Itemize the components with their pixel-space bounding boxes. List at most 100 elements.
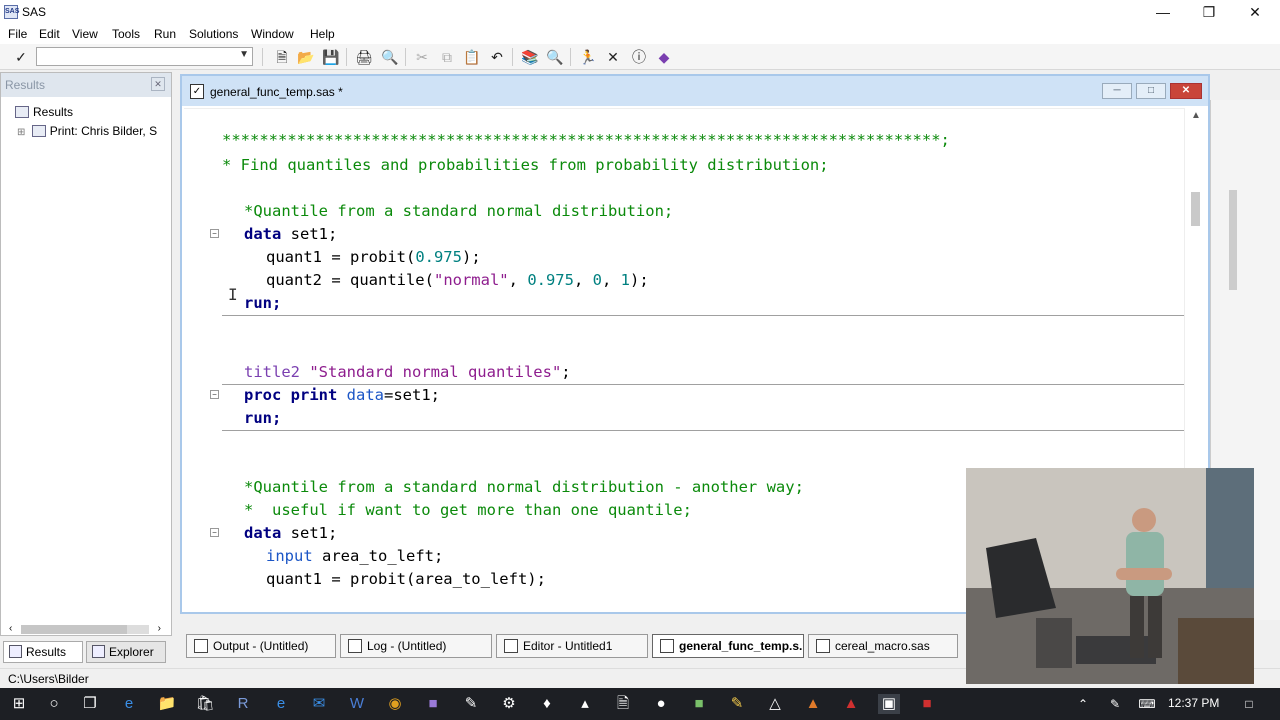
scroll-left-icon[interactable]: ‹ bbox=[9, 623, 12, 634]
keyboard-icon[interactable]: ⌨ bbox=[1136, 694, 1158, 714]
title-bar: SAS SAS — ❐ ✕ bbox=[0, 0, 1280, 24]
sas-taskbar-icon[interactable]: ▣ bbox=[878, 694, 900, 714]
tab-output[interactable]: Output - (Untitled) bbox=[186, 634, 336, 658]
video-frame bbox=[966, 468, 1254, 684]
chevron-up-icon[interactable]: ⌃ bbox=[1072, 694, 1094, 714]
results-hscrollbar[interactable]: ‹ › bbox=[9, 623, 165, 635]
copy-icon[interactable]: ⧉ bbox=[438, 48, 456, 66]
app-icon[interactable]: ■ bbox=[688, 694, 710, 714]
menu-window[interactable]: Window bbox=[251, 27, 294, 41]
menu-help[interactable]: Help bbox=[310, 27, 335, 41]
code-line: *Quantile from a standard normal distrib… bbox=[244, 202, 674, 220]
menu-file[interactable]: File bbox=[8, 27, 27, 41]
close-icon[interactable]: ✕ bbox=[151, 77, 165, 91]
tree-item-print[interactable]: ⊞ Print: Chris Bilder, S bbox=[17, 124, 157, 138]
save-icon[interactable]: 💾 bbox=[322, 48, 340, 66]
app-icon[interactable]: ■ bbox=[916, 694, 938, 714]
results-header-title: Results bbox=[5, 78, 46, 92]
maps-icon[interactable]: ● bbox=[650, 694, 672, 714]
toolbar: ✓ ▼ 🗎 📂 💾 🖨 🔍 ✂ ⧉ 📋 ↶ 📚 🔍 🏃 ✕ ⓘ ◆ bbox=[0, 44, 1280, 70]
tab-log[interactable]: Log - (Untitled) bbox=[340, 634, 492, 658]
app-icon[interactable]: ■ bbox=[422, 694, 444, 714]
pen-tray-icon[interactable]: ✎ bbox=[1104, 694, 1126, 714]
results-folder-icon bbox=[15, 106, 29, 118]
tab-explorer[interactable]: Explorer bbox=[86, 641, 166, 663]
code-line: run; bbox=[244, 294, 282, 312]
code-line: * useful if want to get more than one qu… bbox=[244, 501, 692, 519]
menu-run[interactable]: Run bbox=[154, 27, 176, 41]
clear-icon[interactable]: ✕ bbox=[604, 48, 622, 66]
app-icon[interactable]: △ bbox=[764, 694, 786, 714]
print-preview-icon[interactable]: 🔍 bbox=[381, 48, 399, 66]
break-icon[interactable]: ⓘ bbox=[630, 48, 648, 66]
app-icon[interactable]: ♦ bbox=[536, 694, 558, 714]
close-button[interactable]: ✕ bbox=[1232, 0, 1278, 24]
print-output-icon bbox=[31, 125, 46, 137]
scroll-up-icon[interactable]: ▲ bbox=[1191, 110, 1201, 121]
tree-item-results[interactable]: Results bbox=[15, 105, 73, 119]
menu-view[interactable]: View bbox=[72, 27, 98, 41]
ie-icon[interactable]: e bbox=[270, 694, 292, 714]
tab-general-func[interactable]: general_func_temp.s... bbox=[652, 634, 804, 658]
code-line: *Quantile from a standard normal distrib… bbox=[244, 478, 804, 496]
menu-solutions[interactable]: Solutions bbox=[189, 27, 238, 41]
paint-icon[interactable]: ✎ bbox=[460, 694, 482, 714]
current-directory: C:\Users\Bilder bbox=[8, 672, 89, 686]
chrome-icon[interactable]: ◉ bbox=[384, 694, 406, 714]
edge-icon[interactable]: e bbox=[118, 694, 140, 714]
scroll-thumb[interactable] bbox=[21, 625, 127, 634]
acrobat-icon[interactable]: ▲ bbox=[840, 694, 862, 714]
open-icon[interactable]: 📂 bbox=[297, 48, 315, 66]
expand-icon[interactable]: ⊞ bbox=[17, 127, 25, 138]
code-line: input area_to_left; bbox=[266, 547, 444, 565]
fold-icon[interactable]: − bbox=[210, 528, 219, 537]
tab-editor-untitled[interactable]: Editor - Untitled1 bbox=[496, 634, 648, 658]
app-icon[interactable]: ▴ bbox=[574, 694, 596, 714]
store-icon[interactable]: 🛍 bbox=[194, 694, 216, 714]
editor-close-button[interactable]: ✕ bbox=[1170, 83, 1202, 99]
print-icon[interactable]: 🖨 bbox=[355, 48, 373, 66]
command-box[interactable]: ▼ bbox=[36, 47, 253, 66]
results-header: Results ✕ bbox=[1, 73, 171, 97]
scroll-right-icon[interactable]: › bbox=[158, 623, 161, 634]
menu-bar: File Edit View Tools Run Solutions Windo… bbox=[0, 24, 1280, 44]
task-view-icon[interactable]: ❐ bbox=[79, 694, 101, 714]
scroll-thumb[interactable] bbox=[1191, 192, 1200, 226]
restore-button[interactable]: ❐ bbox=[1186, 0, 1232, 24]
chevron-down-icon[interactable]: ▼ bbox=[239, 49, 249, 60]
minimize-button[interactable]: — bbox=[1140, 0, 1186, 24]
program-file-icon: ✓ bbox=[190, 84, 204, 99]
check-icon[interactable]: ✓ bbox=[12, 48, 30, 66]
explorer-icon[interactable]: 🔍 bbox=[546, 48, 564, 66]
help-icon[interactable]: ◆ bbox=[655, 48, 673, 66]
fold-icon[interactable]: − bbox=[210, 229, 219, 238]
taskbar-clock: 12:37 PM bbox=[1168, 696, 1220, 710]
new-icon[interactable]: 🗎 bbox=[273, 48, 291, 66]
notifications-icon[interactable]: □ bbox=[1238, 694, 1260, 714]
tab-cereal-macro[interactable]: cereal_macro.sas bbox=[808, 634, 958, 658]
file-explorer-icon[interactable]: 📁 bbox=[156, 694, 178, 714]
fold-icon[interactable]: − bbox=[210, 390, 219, 399]
code-line: run; bbox=[244, 409, 282, 427]
library-icon[interactable]: 📚 bbox=[521, 48, 539, 66]
cortana-icon[interactable]: ○ bbox=[43, 694, 65, 714]
code-line: quant1 = probit(0.975); bbox=[266, 248, 481, 266]
notepad-icon[interactable]: 🗎 bbox=[612, 694, 634, 714]
editor-title-bar: ✓ general_func_temp.sas * ─ □ ✕ bbox=[182, 76, 1208, 106]
app-icon[interactable]: ⚙ bbox=[498, 694, 520, 714]
run-icon[interactable]: 🏃 bbox=[579, 48, 597, 66]
word-icon[interactable]: W bbox=[346, 694, 368, 714]
cut-icon[interactable]: ✂ bbox=[413, 48, 431, 66]
menu-edit[interactable]: Edit bbox=[39, 27, 60, 41]
menu-tools[interactable]: Tools bbox=[112, 27, 140, 41]
pen-icon[interactable]: ✎ bbox=[726, 694, 748, 714]
r-icon[interactable]: R bbox=[232, 694, 254, 714]
editor-minimize-button[interactable]: ─ bbox=[1102, 83, 1132, 99]
windows-start-icon[interactable]: ⊞ bbox=[8, 694, 30, 714]
paste-icon[interactable]: 📋 bbox=[463, 48, 481, 66]
editor-maximize-button[interactable]: □ bbox=[1136, 83, 1166, 99]
matlab-icon[interactable]: ▲ bbox=[802, 694, 824, 714]
tab-results[interactable]: Results bbox=[3, 641, 83, 663]
outlook-icon[interactable]: ✉ bbox=[308, 694, 330, 714]
undo-icon[interactable]: ↶ bbox=[488, 48, 506, 66]
